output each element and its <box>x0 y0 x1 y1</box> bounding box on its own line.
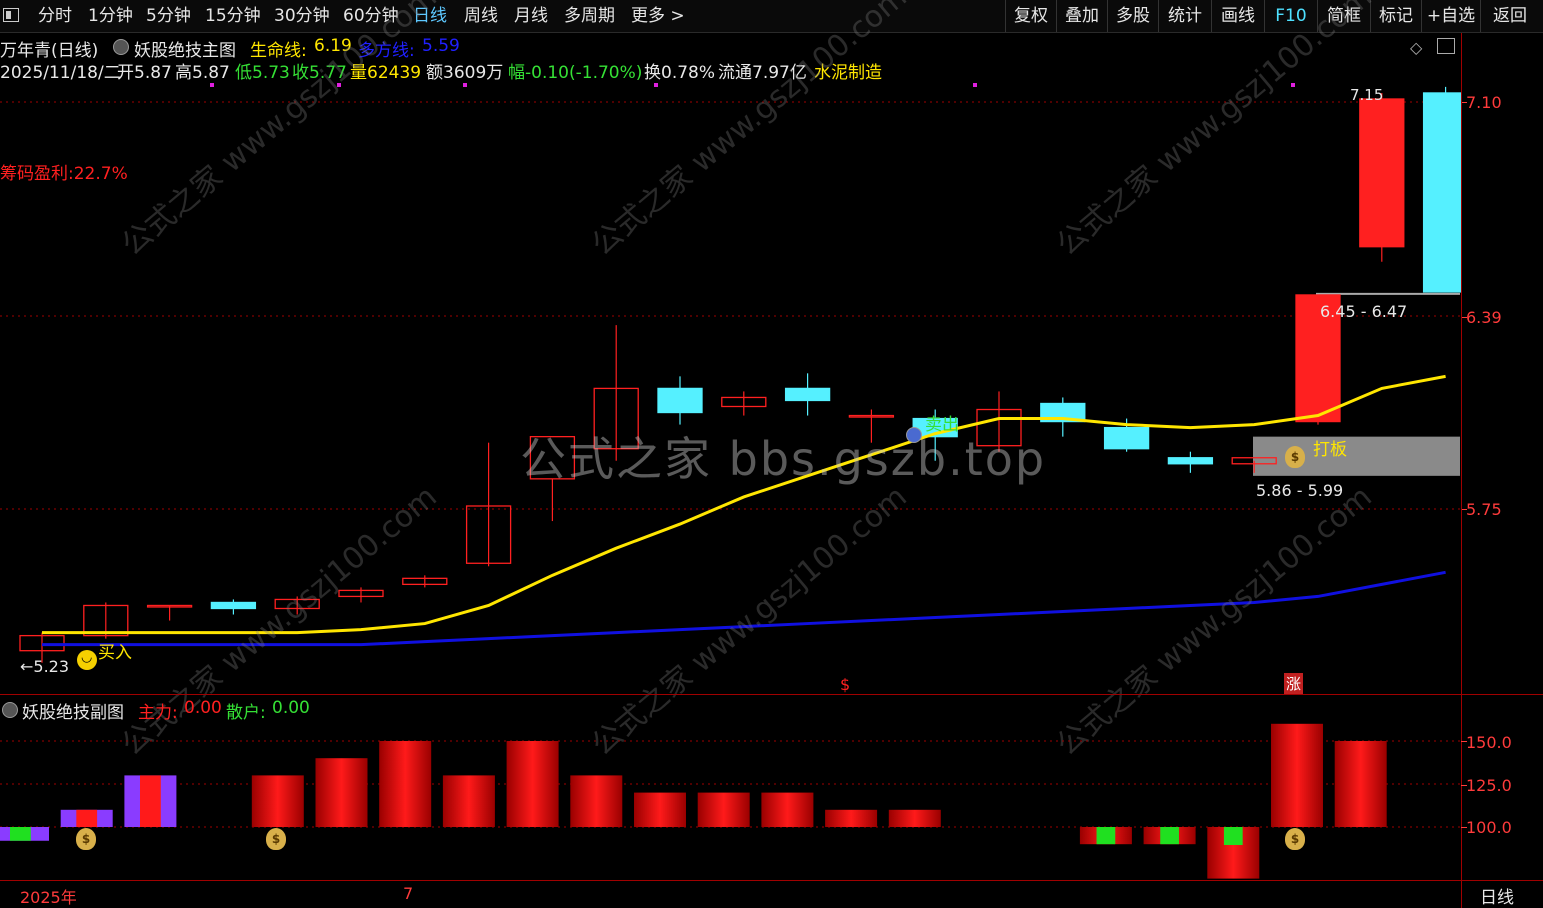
tab-15min[interactable]: 15分钟 <box>205 0 261 32</box>
sub-bar <box>379 741 432 827</box>
price-axis-label: 7.10 <box>1466 93 1502 112</box>
overlay-button[interactable]: 叠加 <box>1056 0 1107 32</box>
zhang-marker: 涨 <box>1284 673 1304 694</box>
buy-signal-label: 买入 <box>98 643 132 663</box>
sub-bar-core <box>1160 827 1179 845</box>
money-bag-icon: $ <box>76 828 96 850</box>
stats-button[interactable]: 统计 <box>1158 0 1211 32</box>
sub-bar-core <box>140 775 161 827</box>
dollar-marker: $ <box>840 675 851 694</box>
daban-signal-label: 打板 <box>1313 440 1347 460</box>
sub-bar <box>1271 723 1323 827</box>
top-price-label: 7.15 <box>1350 86 1384 104</box>
sub-bar-core <box>76 809 98 827</box>
fuquan-button[interactable]: 复权 <box>1005 0 1056 32</box>
zone-upper-label: 6.45 - 6.47 <box>1320 302 1408 321</box>
price-axis-label: 5.75 <box>1466 500 1502 519</box>
low-price-marker: ←5.23 <box>20 657 70 676</box>
tab-30min[interactable]: 30分钟 <box>274 0 330 32</box>
back-button[interactable]: 返回 <box>1480 0 1539 32</box>
period-indicator[interactable]: 日线 <box>1480 883 1514 908</box>
sub-bar <box>634 792 686 827</box>
draw-line-button[interactable]: 画线 <box>1211 0 1264 32</box>
tab-5min[interactable]: 5分钟 <box>146 0 191 32</box>
sub-bar <box>251 775 304 827</box>
candle-body <box>210 601 257 610</box>
signal-dot <box>973 83 977 87</box>
candle-body <box>784 387 831 402</box>
sub-bar <box>570 775 623 827</box>
center-watermark: 公式之家 bbs.gszb.top <box>520 432 1047 486</box>
tab-weekly[interactable]: 周线 <box>464 0 498 32</box>
year-label: 2025年 <box>20 888 77 907</box>
month-label: 7 <box>403 884 414 903</box>
sub-bar <box>442 775 495 827</box>
price-axis-label: 6.39 <box>1466 308 1502 327</box>
money-bag-icon: $ <box>1285 446 1305 468</box>
sub-bar <box>888 809 941 827</box>
sub-axis-label: 125.0 <box>1466 776 1512 795</box>
window-icon[interactable] <box>3 8 19 22</box>
candle-body <box>657 387 703 414</box>
sub-axis-label: 100.0 <box>1466 818 1512 837</box>
sub-bar-core <box>1223 827 1243 845</box>
sub-bar <box>1334 741 1387 827</box>
smile-icon <box>77 650 97 670</box>
tab-monthly[interactable]: 月线 <box>514 0 548 32</box>
money-bag-icon: $ <box>1285 828 1305 850</box>
sub-bar <box>315 758 368 827</box>
sub-indicator-chart[interactable] <box>0 695 1461 880</box>
sub-bar <box>697 792 750 827</box>
axis-divider <box>1461 33 1462 908</box>
tab-more[interactable]: 更多 > <box>631 0 685 32</box>
sub-bar <box>506 741 559 827</box>
sub-axis-label: 150.0 <box>1466 733 1512 752</box>
sub-bar <box>825 809 878 827</box>
candle-body <box>1422 92 1461 293</box>
add-watchlist-button[interactable]: +自选 <box>1421 0 1480 32</box>
sub-bar-core <box>10 827 31 841</box>
bottom-divider <box>0 880 1543 881</box>
candle-body <box>1103 426 1150 450</box>
candle-body <box>1359 98 1405 248</box>
sub-bar-core <box>1096 827 1116 845</box>
signal-dot <box>1291 83 1295 87</box>
tab-multi-period[interactable]: 多周期 <box>564 0 615 32</box>
tab-fenshi[interactable]: 分时 <box>38 0 72 32</box>
signal-dot <box>654 83 658 87</box>
signal-dot <box>463 83 467 87</box>
money-bag-icon: $ <box>266 828 286 850</box>
sub-bar <box>761 792 814 827</box>
signal-dot <box>210 83 214 87</box>
tab-1min[interactable]: 1分钟 <box>88 0 133 32</box>
multi-stock-button[interactable]: 多股 <box>1107 0 1158 32</box>
candle-body <box>1167 457 1214 465</box>
